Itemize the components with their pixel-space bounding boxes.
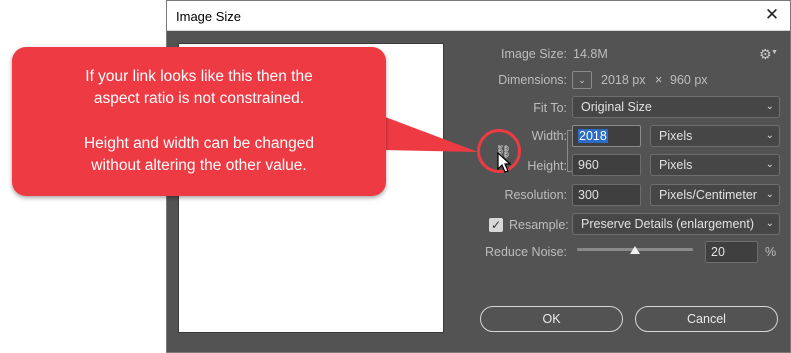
dimensions-x: ×	[655, 73, 663, 87]
resolution-label: Resolution:	[504, 188, 567, 202]
dimensions-label: Dimensions:	[498, 73, 567, 87]
ok-button[interactable]: OK	[480, 306, 623, 332]
chevron-down-icon: ⌄	[765, 130, 774, 141]
image-size-label: Image Size:	[500, 47, 567, 61]
cancel-button[interactable]: Cancel	[635, 306, 778, 332]
close-icon[interactable]: ✕	[762, 5, 782, 25]
height-unit-select[interactable]: Pixels ⌄	[650, 154, 780, 176]
chevron-down-icon: ⌄	[765, 159, 774, 170]
gear-icon[interactable]: ⚙	[759, 46, 772, 63]
resample-checkbox[interactable]: ✓	[489, 218, 503, 232]
resolution-unit-select[interactable]: Pixels/Centimeter ⌄	[650, 184, 780, 206]
image-size-value: 14.8M	[573, 47, 608, 61]
height-input[interactable]: 960	[572, 154, 641, 176]
chevron-down-icon: ⌄	[765, 218, 774, 229]
width-unit-value: Pixels	[659, 129, 693, 143]
resolution-input[interactable]: 300	[572, 184, 641, 206]
title-bar: Image Size ✕	[167, 1, 790, 31]
dimensions-height-value: 960 px	[670, 73, 708, 87]
fit-to-value: Original Size	[581, 100, 652, 114]
dimensions-width-value: 2018 px	[601, 73, 646, 87]
resample-select[interactable]: Preserve Details (enlargement) ⌄	[572, 213, 780, 235]
fit-to-label: Fit To:	[533, 101, 567, 115]
dimensions-chevron-down-icon[interactable]: ⌄	[572, 71, 592, 89]
callout-line-4: without altering the other value.	[91, 157, 307, 174]
reduce-noise-label: Reduce Noise:	[485, 245, 567, 259]
callout-line-3: Height and width can be changed	[83, 135, 315, 152]
screenshot-stage: Image Size ✕ Image Size: 14.8M ⚙ ▼ Dimen…	[0, 0, 791, 353]
callout-line-1: If your link looks like this then the	[85, 68, 313, 85]
chevron-down-icon: ⌄	[765, 101, 774, 112]
resample-value: Preserve Details (enlargement)	[581, 217, 754, 231]
resample-label: Resample:	[509, 218, 569, 232]
gear-caret-icon: ▼	[771, 49, 778, 56]
height-unit-value: Pixels	[659, 158, 693, 172]
arrow-cursor-icon	[497, 152, 511, 173]
reduce-noise-input[interactable]: 20	[705, 241, 758, 263]
height-value: 960	[578, 158, 599, 172]
resolution-value: 300	[578, 188, 599, 202]
callout-box: If your link looks like this then the as…	[12, 47, 386, 196]
width-input[interactable]: 2018	[572, 125, 641, 147]
width-unit-select[interactable]: Pixels ⌄	[650, 125, 780, 147]
resolution-unit-value: Pixels/Centimeter	[659, 188, 757, 202]
callout-line-2: aspect ratio is not constrained.	[93, 90, 305, 107]
dialog-title: Image Size	[176, 9, 242, 24]
reduce-noise-unit: %	[765, 245, 777, 259]
width-value: 2018	[578, 129, 608, 143]
chevron-down-icon: ⌄	[765, 189, 774, 200]
reduce-noise-value: 20	[711, 245, 725, 259]
reduce-noise-slider-thumb[interactable]	[630, 246, 640, 254]
fit-to-select[interactable]: Original Size ⌄	[572, 96, 780, 118]
